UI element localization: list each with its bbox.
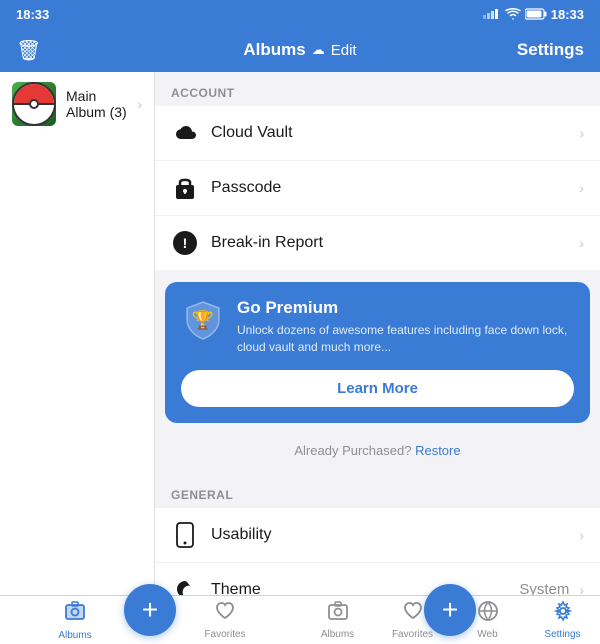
settings-tab-label: Settings: [544, 629, 580, 640]
album-name: Main Album (3): [66, 88, 137, 120]
favorites-right-tab-icon: [402, 600, 424, 627]
wifi-icon: [505, 8, 521, 20]
tab-bar: Albums Favorites + Albums: [0, 595, 600, 644]
premium-banner: 🏆 Go Premium Unlock dozens of awesome fe…: [165, 282, 590, 423]
battery-icon: [525, 8, 547, 20]
svg-text:🏆: 🏆: [192, 309, 214, 330]
status-bar: 18:33 18:33: [0, 0, 600, 28]
status-time-left: 18:33: [16, 7, 49, 22]
passcode-icon: [171, 174, 199, 202]
albums-tab-label: Albums: [58, 630, 91, 641]
web-tab-icon: [477, 600, 499, 627]
restore-link[interactable]: Restore: [415, 443, 461, 458]
tab-albums-right[interactable]: Albums: [300, 596, 375, 644]
tab-settings[interactable]: Settings: [525, 596, 600, 644]
fab-plus-icon: +: [142, 596, 158, 624]
theme-value: System: [519, 581, 569, 595]
fab-plus-right-icon: +: [442, 596, 458, 624]
nav-settings-title: Settings: [517, 40, 584, 60]
cloud-icon: ☁: [312, 42, 325, 58]
nav-bar: 🗑 Albums ☁ Edit Settings: [0, 28, 600, 72]
usability-label: Usability: [211, 526, 575, 544]
pokeball-image: [12, 82, 56, 126]
cloud-vault-arrow: ›: [579, 125, 584, 141]
albums-right-tab-icon: [327, 600, 349, 627]
web-tab-label: Web: [477, 629, 497, 640]
general-menu-list: Usability › Theme System ›: [155, 508, 600, 595]
albums-right-tab-label: Albums: [321, 629, 354, 640]
tab-bar-left: Albums Favorites +: [0, 596, 300, 644]
menu-item-theme[interactable]: Theme System ›: [155, 563, 600, 595]
favorites-right-tab-label: Favorites: [392, 629, 433, 640]
premium-header: 🏆 Go Premium Unlock dozens of awesome fe…: [181, 298, 574, 356]
theme-label: Theme: [211, 581, 519, 595]
already-purchased-text: Already Purchased?: [294, 443, 411, 458]
nav-albums-title: Albums: [243, 40, 305, 60]
account-section-header: ACCOUNT: [155, 72, 600, 106]
menu-item-cloud-vault[interactable]: Cloud Vault ›: [155, 106, 600, 161]
nav-left: 🗑: [0, 38, 205, 63]
break-in-report-arrow: ›: [579, 235, 584, 251]
favorites-tab-label: Favorites: [204, 629, 245, 640]
account-menu-list: Cloud Vault › Passcode ›: [155, 106, 600, 270]
premium-title: Go Premium: [237, 298, 574, 318]
break-in-report-icon: !: [171, 229, 199, 257]
fab-button-left[interactable]: +: [124, 584, 176, 636]
theme-arrow: ›: [579, 582, 584, 595]
passcode-label: Passcode: [211, 179, 575, 197]
album-item[interactable]: Main Album (3) ›: [0, 72, 154, 136]
break-in-report-label: Break-in Report: [211, 234, 575, 252]
cloud-vault-label: Cloud Vault: [211, 124, 575, 142]
section-divider: [155, 466, 600, 474]
albums-tab-icon: [64, 600, 86, 628]
usability-arrow: ›: [579, 527, 584, 543]
fab-button-right[interactable]: +: [424, 584, 476, 636]
right-panel[interactable]: ACCOUNT Cloud Vault ›: [155, 72, 600, 595]
cloud-vault-icon: [171, 119, 199, 147]
premium-desc: Unlock dozens of awesome features includ…: [237, 322, 574, 356]
settings-tab-icon: [552, 600, 574, 627]
edit-button[interactable]: Edit: [331, 42, 357, 59]
album-arrow: ›: [137, 96, 142, 112]
album-thumbnail: [12, 82, 56, 126]
tab-bar-right: Albums Favorites + Web: [300, 596, 600, 644]
passcode-arrow: ›: [579, 180, 584, 196]
left-panel: Main Album (3) ›: [0, 72, 155, 595]
usability-icon: [171, 521, 199, 549]
nav-center: Albums ☁ Edit: [205, 40, 394, 60]
nav-right: Settings: [395, 40, 600, 60]
learn-more-button[interactable]: Learn More: [181, 370, 574, 407]
content-area: Main Album (3) › ACCOUNT Cloud Vault ›: [0, 72, 600, 595]
favorites-tab-icon: [214, 600, 236, 627]
trash-icon[interactable]: 🗑: [16, 38, 41, 63]
general-section-header: GENERAL: [155, 474, 600, 508]
theme-icon: [171, 576, 199, 595]
menu-item-break-in-report[interactable]: ! Break-in Report ›: [155, 216, 600, 270]
premium-text: Go Premium Unlock dozens of awesome feat…: [237, 298, 574, 356]
menu-item-usability[interactable]: Usability ›: [155, 508, 600, 563]
signal-icon: [483, 9, 501, 19]
menu-item-passcode[interactable]: Passcode ›: [155, 161, 600, 216]
status-icons-right: 18:33: [483, 7, 584, 22]
restore-container: Already Purchased? Restore: [155, 435, 600, 466]
status-time-right: 18:33: [551, 7, 584, 22]
premium-shield-icon: 🏆: [181, 298, 225, 342]
